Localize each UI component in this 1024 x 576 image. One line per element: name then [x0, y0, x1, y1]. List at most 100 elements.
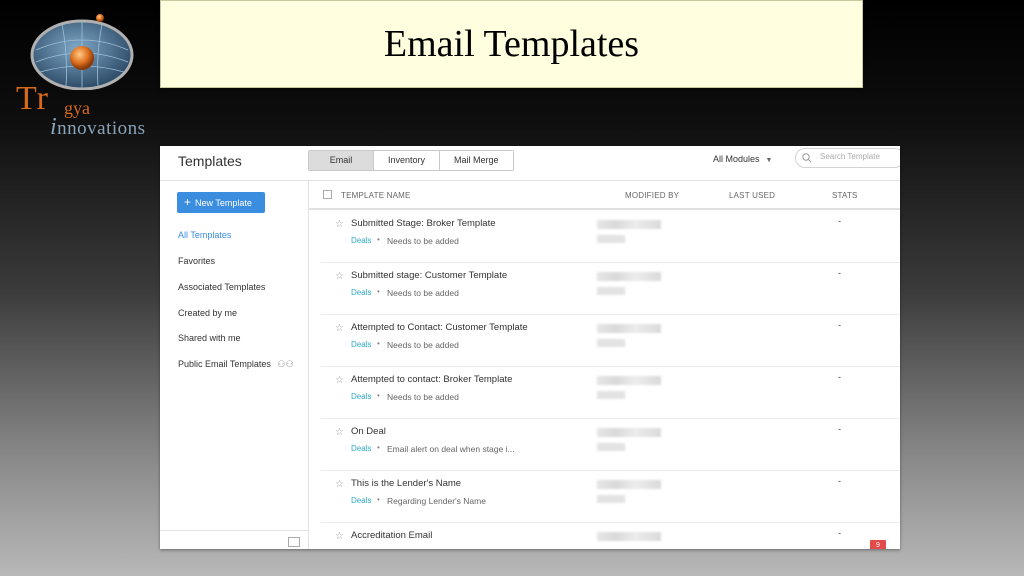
modified-by-redacted [597, 532, 661, 541]
templates-app-window: Templates Email Inventory Mail Merge All… [160, 146, 900, 549]
notification-badge[interactable]: 9 [870, 540, 886, 549]
template-name[interactable]: Submitted Stage: Broker Template [351, 218, 496, 229]
table-header: TEMPLATE NAME MODIFIED BY LAST USED STAT… [309, 181, 900, 210]
users-icon: ⚇⚇ [277, 359, 294, 369]
sidebar-item-favorites[interactable]: Favorites [178, 256, 215, 266]
sidebar-item-all-templates[interactable]: All Templates [178, 230, 231, 240]
template-description: Email alert on deal when stage i... [387, 444, 515, 454]
star-icon[interactable]: ☆ [335, 375, 344, 386]
trigya-logo: Tr gya innovations [6, 10, 166, 140]
column-header-last-used[interactable]: LAST USED [729, 191, 775, 200]
stats-value: - [838, 268, 841, 278]
template-description: Needs to be added [387, 236, 459, 246]
sidebar: + New Template All Templates Favorites As… [160, 181, 309, 549]
template-name[interactable]: Accreditation Email [351, 530, 432, 541]
module-tag: Deals [351, 288, 372, 297]
modified-by-redacted [597, 324, 661, 333]
slide-title: Email Templates [383, 23, 640, 65]
table-row[interactable]: ☆ Attempted to Contact: Customer Templat… [321, 314, 900, 367]
modules-label: All Modules [713, 154, 760, 164]
table-row[interactable]: ☆ This is the Lender's Name Deals • Rega… [321, 470, 900, 523]
stats-value: - [838, 424, 841, 434]
stats-value: - [838, 320, 841, 330]
chevron-down-icon: ▼ [765, 157, 773, 164]
template-name[interactable]: Attempted to Contact: Customer Template [351, 322, 528, 333]
sidebar-footer [160, 530, 308, 549]
stats-value: - [838, 476, 841, 486]
tab-inventory[interactable]: Inventory [374, 151, 441, 170]
template-type-tabs: Email Inventory Mail Merge [308, 150, 514, 171]
template-list: TEMPLATE NAME MODIFIED BY LAST USED STAT… [309, 181, 900, 549]
logo-text-tri: Tr [16, 80, 49, 117]
template-name[interactable]: This is the Lender's Name [351, 478, 461, 489]
modified-by-redacted [597, 339, 625, 347]
search-input[interactable] [818, 151, 900, 162]
modified-by-redacted [597, 235, 625, 243]
star-icon[interactable]: ☆ [335, 219, 344, 230]
logo-text-innovations: innovations [50, 114, 146, 140]
star-icon[interactable]: ☆ [335, 479, 344, 490]
column-header-modified-by[interactable]: MODIFIED BY [625, 191, 679, 200]
search-box[interactable] [795, 148, 900, 168]
module-tag: Deals [351, 392, 372, 401]
table-row[interactable]: ☆ Accreditation Email - [321, 522, 900, 549]
tab-mail-merge[interactable]: Mail Merge [440, 151, 513, 170]
modified-by-redacted [597, 480, 661, 489]
globe-logo-icon [30, 14, 134, 90]
sidebar-item-associated-templates[interactable]: Associated Templates [178, 282, 265, 292]
separator-dot: • [377, 287, 380, 296]
table-row[interactable]: ☆ On Deal Deals • Email alert on deal wh… [321, 418, 900, 471]
modified-by-redacted [597, 428, 661, 437]
table-row[interactable]: ☆ Submitted stage: Customer Template Dea… [321, 262, 900, 315]
template-description: Needs to be added [387, 288, 459, 298]
star-icon[interactable]: ☆ [335, 323, 344, 334]
new-template-label: New Template [195, 198, 252, 208]
column-header-stats[interactable]: STATS [832, 191, 858, 200]
slide-title-box: Email Templates [160, 0, 863, 88]
table-row[interactable]: ☆ Submitted Stage: Broker Template Deals… [321, 210, 900, 263]
star-icon[interactable]: ☆ [335, 427, 344, 438]
template-description: Needs to be added [387, 340, 459, 350]
collapse-panel-icon[interactable] [288, 537, 300, 547]
star-icon[interactable]: ☆ [335, 531, 344, 542]
sidebar-item-public-email-templates[interactable]: Public Email Templates ⚇⚇ [178, 359, 294, 370]
table-row[interactable]: ☆ Attempted to contact: Broker Template … [321, 366, 900, 419]
template-name[interactable]: Submitted stage: Customer Template [351, 270, 507, 281]
modified-by-redacted [597, 272, 661, 281]
select-all-checkbox[interactable] [323, 190, 332, 199]
modified-by-redacted [597, 495, 625, 503]
stats-value: - [838, 372, 841, 382]
page-title: Templates [178, 153, 242, 169]
separator-dot: • [377, 495, 380, 504]
sidebar-item-created-by-me[interactable]: Created by me [178, 308, 237, 318]
module-tag: Deals [351, 444, 372, 453]
separator-dot: • [377, 443, 380, 452]
separator-dot: • [377, 391, 380, 400]
star-icon[interactable]: ☆ [335, 271, 344, 282]
modified-by-redacted [597, 287, 625, 295]
stats-value: - [838, 528, 841, 538]
stats-value: - [838, 216, 841, 226]
template-name[interactable]: On Deal [351, 426, 386, 437]
sidebar-item-shared-with-me[interactable]: Shared with me [178, 333, 241, 343]
module-tag: Deals [351, 340, 372, 349]
modified-by-redacted [597, 391, 625, 399]
modified-by-redacted [597, 443, 625, 451]
column-header-template-name[interactable]: TEMPLATE NAME [341, 191, 411, 200]
modified-by-redacted [597, 376, 661, 385]
separator-dot: • [377, 339, 380, 348]
module-tag: Deals [351, 496, 372, 505]
template-name[interactable]: Attempted to contact: Broker Template [351, 374, 512, 385]
template-description: Needs to be added [387, 392, 459, 402]
modified-by-redacted [597, 220, 661, 229]
search-icon [802, 153, 812, 163]
plus-icon: + [184, 195, 192, 209]
app-header: Templates Email Inventory Mail Merge All… [160, 146, 900, 181]
template-description: Regarding Lender's Name [387, 496, 486, 506]
module-tag: Deals [351, 236, 372, 245]
sidebar-item-label: Public Email Templates [178, 359, 271, 369]
separator-dot: • [377, 235, 380, 244]
new-template-button[interactable]: + New Template [177, 192, 265, 213]
modules-dropdown[interactable]: All Modules ▼ [713, 154, 772, 164]
tab-email[interactable]: Email [309, 151, 374, 170]
